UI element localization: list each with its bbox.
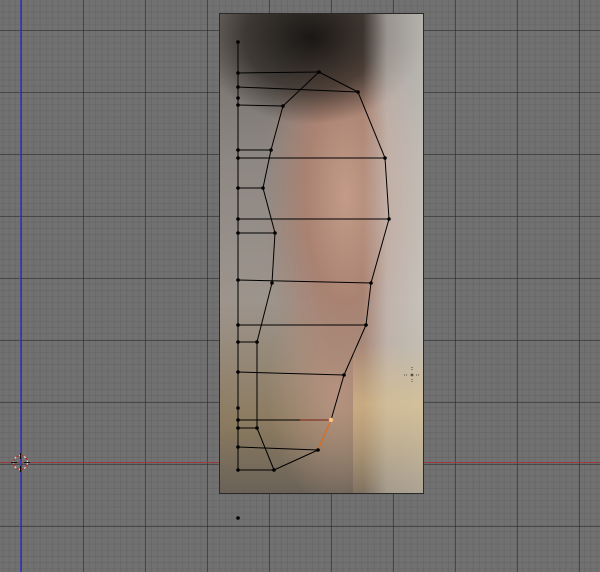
mesh-vertex[interactable]	[281, 104, 285, 108]
mesh-vertex[interactable]	[273, 231, 277, 235]
mesh-outline-edge[interactable]	[256, 282, 273, 343]
mesh-vertex[interactable]	[236, 445, 240, 449]
mesh-vertex[interactable]	[236, 103, 240, 107]
mesh-vertex[interactable]	[236, 468, 240, 472]
mesh-vertex[interactable]	[236, 323, 240, 327]
mesh-edge[interactable]	[237, 371, 345, 376]
mesh-vertex[interactable]	[383, 156, 387, 160]
selected-vertex[interactable]	[328, 417, 334, 423]
mesh-vertex[interactable]	[369, 281, 373, 285]
mesh-outline-edge[interactable]	[365, 282, 372, 326]
mesh-vertex[interactable]	[342, 373, 346, 377]
mesh-vertex[interactable]	[356, 90, 360, 94]
mesh-vertex[interactable]	[236, 406, 240, 410]
mesh-outline-edge[interactable]	[273, 449, 319, 471]
mesh-outline-edge[interactable]	[384, 157, 390, 220]
mesh-edge[interactable]	[237, 104, 284, 107]
mesh-vertex[interactable]	[236, 278, 240, 282]
mesh-vertex[interactable]	[236, 156, 240, 160]
mesh-edge[interactable]	[237, 71, 320, 74]
mesh-vertex[interactable]	[236, 516, 240, 520]
mesh-vertex[interactable]	[236, 186, 240, 190]
mesh-vertex[interactable]	[272, 468, 276, 472]
mesh-vertex[interactable]	[236, 418, 240, 422]
mesh-outline-edge[interactable]	[262, 187, 276, 234]
mesh-vertex[interactable]	[255, 340, 259, 344]
mesh-vertex[interactable]	[387, 217, 391, 221]
mesh-vertex[interactable]	[236, 370, 240, 374]
mesh-outline-edge[interactable]	[357, 91, 386, 159]
mesh-vertex[interactable]	[364, 323, 368, 327]
mesh-vertex[interactable]	[236, 340, 240, 344]
mesh-vertex[interactable]	[236, 217, 240, 221]
mesh-vertex[interactable]	[317, 70, 321, 74]
ear-mesh[interactable]	[0, 0, 600, 572]
mesh-vertex[interactable]	[236, 71, 240, 75]
mesh-outline-edge[interactable]	[330, 374, 345, 421]
mesh-edge[interactable]	[237, 446, 319, 451]
mesh-vertex[interactable]	[236, 85, 240, 89]
mesh-outline-edge[interactable]	[270, 105, 284, 151]
mesh-vertex[interactable]	[236, 231, 240, 235]
mesh-outline-edge[interactable]	[262, 149, 272, 189]
selected-edge[interactable]	[317, 419, 332, 451]
mesh-outline-edge[interactable]	[256, 427, 275, 471]
3d-viewport[interactable]	[0, 0, 600, 572]
mesh-vertex[interactable]	[255, 426, 259, 430]
mesh-vertex[interactable]	[236, 40, 240, 44]
mesh-outline-edge[interactable]	[370, 218, 390, 284]
mesh-vertex[interactable]	[316, 448, 320, 452]
mesh-vertex[interactable]	[269, 148, 273, 152]
mesh-outline-edge[interactable]	[318, 71, 359, 93]
mesh-vertex[interactable]	[236, 148, 240, 152]
mesh-edge[interactable]	[237, 279, 372, 284]
mesh-vertex[interactable]	[236, 96, 240, 100]
mesh-outline-edge[interactable]	[271, 232, 276, 284]
mesh-vertex[interactable]	[236, 426, 240, 430]
mesh-vertex[interactable]	[270, 281, 274, 285]
3d-cursor-icon[interactable]	[11, 453, 30, 472]
mesh-vertex[interactable]	[261, 186, 265, 190]
